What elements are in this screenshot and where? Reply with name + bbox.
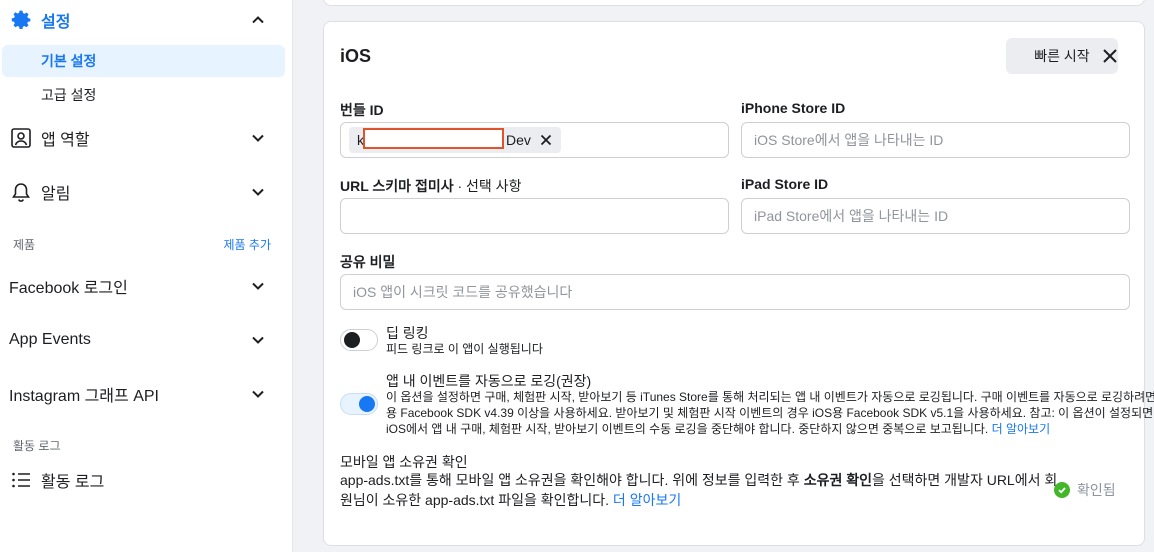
nav-alerts-label: 알림 (41, 186, 71, 203)
nav-facebook-login-label: Facebook 로그인 (9, 280, 128, 297)
ios-platform-card: iOS 빠른 시작 번들 ID k Dev iPhone Store ID iO… (323, 21, 1154, 546)
url-scheme-input[interactable] (340, 198, 729, 234)
deep-linking-desc: 피드 링크로 이 앱이 실행됩니다 (386, 342, 543, 356)
url-scheme-optional: · 선택 사항 (453, 178, 522, 194)
chevron-down-icon (252, 134, 264, 142)
bell-icon (9, 180, 33, 204)
check-circle-icon (1054, 482, 1070, 498)
nav-facebook-login[interactable]: Facebook 로그인 (0, 272, 293, 300)
close-icon (1103, 49, 1117, 63)
activity-log-heading: 활동 로그 (13, 439, 61, 453)
nav-app-events-label: App Events (9, 331, 91, 348)
nav-app-roles-label: 앱 역할 (41, 132, 90, 149)
list-icon (9, 468, 33, 492)
auto-log-iap-desc-3: iOS에서 앱 내 구매, 체험판 시작, 받아보기 이벤트의 수동 로깅을 중… (386, 422, 989, 436)
gear-icon (9, 8, 33, 32)
auto-log-iap-desc-3-wrap: iOS에서 앱 내 구매, 체험판 시작, 받아보기 이벤트의 수동 로깅을 중… (386, 421, 1050, 437)
chevron-down-icon (252, 282, 264, 290)
ownership-line-2: 원님이 소유한 app-ads.txt 파일을 확인합니다. 더 알아보기 (340, 490, 681, 511)
nav-instagram-graph-api-label: Instagram 그래프 API (9, 388, 159, 405)
nav-app-events[interactable]: App Events (0, 326, 293, 354)
bundle-id-tag-suffix: Dev (506, 132, 531, 148)
iphone-store-id-input[interactable]: iOS Store에서 앱을 나타내는 ID (741, 122, 1130, 158)
nav-settings[interactable]: 설정 (0, 6, 293, 34)
ownership-line-1b: 을 선택하면 개발자 URL에서 회 (872, 472, 1058, 488)
products-heading: 제품 (13, 238, 36, 252)
nav-activity-log-label: 활동 로그 (41, 474, 105, 491)
chevron-down-icon (252, 188, 264, 196)
shared-secret-input[interactable]: iOS 앱이 시크릿 코드를 공유했습니다 (340, 274, 1130, 310)
deep-linking-toggle[interactable] (340, 329, 378, 351)
iphone-store-id-label: iPhone Store ID (741, 100, 846, 116)
ownership-learn-more-link[interactable]: 더 알아보기 (613, 492, 681, 508)
sidebar-item-advanced-settings[interactable]: 고급 설정 (2, 79, 285, 111)
ownership-line-1: app-ads.txt를 통해 모바일 앱 소유권을 확인해야 합니다. 위에 … (340, 470, 1057, 491)
auto-log-iap-desc-1: 이 옵션을 설정하면 구매, 체험판 시작, 받아보기 등 iTunes Sto… (386, 390, 1154, 404)
ipad-store-id-input[interactable]: iPad Store에서 앱을 나타내는 ID (741, 198, 1130, 234)
nav-settings-label: 설정 (41, 14, 71, 31)
url-scheme-label: URL 스키마 접미사 · 선택 사항 (340, 176, 521, 196)
chevron-down-icon (252, 336, 264, 344)
ipad-store-id-label: iPad Store ID (741, 176, 829, 192)
nav-activity-log[interactable]: 활동 로그 (0, 466, 293, 494)
url-scheme-label-text: URL 스키마 접미사 (340, 178, 454, 194)
nav-alerts[interactable]: 알림 (0, 178, 293, 206)
verified-label: 확인됨 (1077, 482, 1116, 498)
chevron-up-icon (252, 16, 264, 24)
verified-status: 확인됨 (1054, 480, 1116, 500)
nav-instagram-graph-api[interactable]: Instagram 그래프 API (0, 380, 293, 408)
ownership-line-1a: app-ads.txt를 통해 모바일 앱 소유권을 확인해야 합니다. 위에 … (340, 472, 804, 488)
shared-secret-label: 공유 비밀 (340, 254, 396, 270)
deep-linking-title: 딥 링킹 (386, 325, 429, 341)
ownership-title: 모바일 앱 소유권 확인 (340, 454, 468, 470)
nav-app-roles[interactable]: 앱 역할 (0, 124, 293, 152)
bundle-id-tag: k Dev (349, 127, 561, 153)
auto-log-iap-toggle[interactable] (340, 393, 378, 415)
card-title: iOS (340, 46, 372, 66)
toggle-knob (359, 396, 375, 412)
remove-tag-icon[interactable] (539, 133, 553, 147)
iap-learn-more-link[interactable]: 더 알아보기 (992, 422, 1051, 436)
sidebar-item-basic-settings[interactable]: 기본 설정 (2, 45, 285, 77)
bundle-id-label: 번들 ID (340, 102, 384, 118)
close-button[interactable] (1096, 44, 1124, 68)
id-card-icon (9, 126, 33, 150)
auto-log-iap-desc-2: 용 Facebook SDK v4.39 이상을 사용하세요. 받아보기 및 체… (386, 406, 1154, 420)
ownership-verify-bold: 소유권 확인 (803, 472, 872, 488)
bundle-id-input[interactable]: k Dev (340, 122, 729, 158)
previous-card-edge (323, 0, 1145, 6)
auto-log-iap-title: 앱 내 이벤트를 자동으로 로깅(권장) (386, 373, 592, 389)
add-product-link[interactable]: 제품 추가 (224, 236, 272, 253)
sidebar: 설정 기본 설정 고급 설정 앱 역할 알림 제품 제품 추가 Facebook… (0, 0, 293, 552)
toggle-knob (344, 332, 360, 348)
redaction-box (363, 128, 504, 149)
chevron-down-icon (252, 390, 264, 398)
ownership-line-2-text: 원님이 소유한 app-ads.txt 파일을 확인합니다. (340, 492, 610, 508)
